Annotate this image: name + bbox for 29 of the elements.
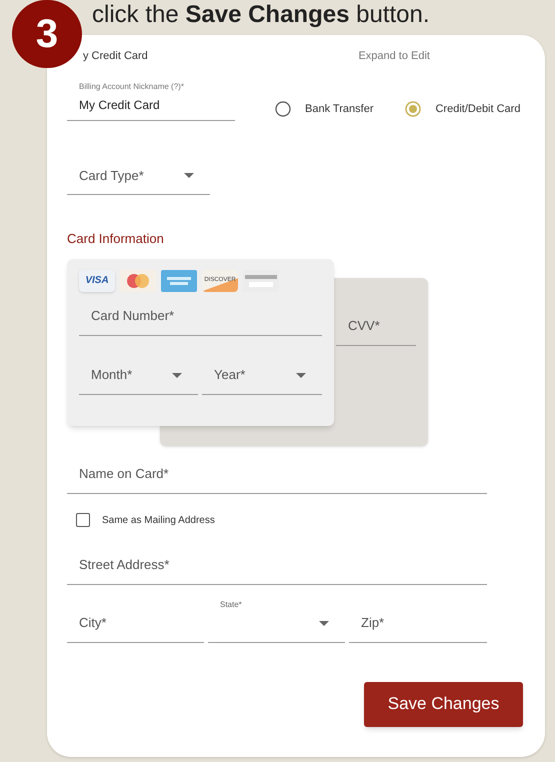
dropdown-caret-icon bbox=[184, 173, 194, 178]
amex-logo-icon bbox=[161, 270, 197, 292]
expand-link[interactable]: Expand to Edit bbox=[358, 48, 430, 64]
cvv-field[interactable]: CVV* bbox=[336, 308, 416, 346]
checkbox[interactable] bbox=[76, 513, 90, 527]
city-field[interactable]: City* bbox=[67, 604, 204, 642]
checkbox-label[interactable]: Same as Mailing Address bbox=[102, 512, 215, 528]
year-select[interactable]: Year* bbox=[202, 356, 322, 394]
card-title: y Credit Card bbox=[83, 48, 148, 64]
instruction-caption: click the Save Changes button. bbox=[92, 0, 430, 30]
save-changes-button[interactable]: Save Changes bbox=[364, 682, 523, 726]
name-on-card-field[interactable]: Name on Card* bbox=[67, 456, 487, 494]
card-type-select[interactable]: Card Type* bbox=[67, 157, 210, 195]
step-badge: 3 bbox=[12, 0, 82, 68]
radio-label[interactable]: Credit/Debit Card bbox=[435, 100, 520, 117]
radio-icon[interactable] bbox=[275, 100, 291, 117]
radio-label[interactable]: Bank Transfer bbox=[305, 100, 374, 117]
zip-field[interactable]: Zip* bbox=[349, 604, 487, 642]
month-select[interactable]: Month* bbox=[79, 356, 198, 394]
visa-logo: VISA bbox=[79, 270, 115, 292]
section-heading: Card Information bbox=[67, 230, 165, 248]
mastercard-logo-icon bbox=[120, 270, 156, 292]
dropdown-caret-icon bbox=[172, 372, 182, 378]
dropdown-caret-icon bbox=[319, 620, 329, 626]
radio-selected-icon[interactable] bbox=[405, 100, 422, 117]
nickname-field[interactable]: Billing Account Nickname (?)* My Credit Card bbox=[67, 82, 235, 121]
street-address-field[interactable]: Street Address* bbox=[67, 546, 487, 584]
card-number-field[interactable]: Card Number* bbox=[79, 298, 322, 336]
dropdown-caret-icon bbox=[296, 372, 306, 378]
